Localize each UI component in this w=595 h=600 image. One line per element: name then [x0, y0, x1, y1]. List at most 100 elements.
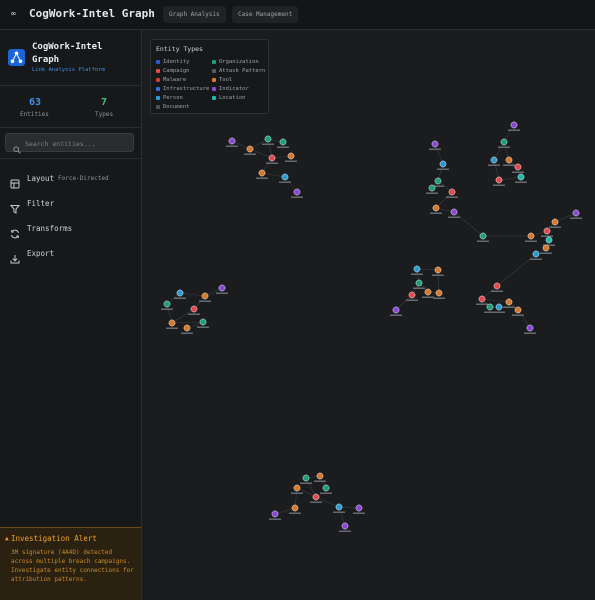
organization-node[interactable]: [320, 484, 332, 494]
tool-node[interactable]: [512, 306, 524, 316]
node-circle[interactable]: [432, 204, 440, 212]
node-circle[interactable]: [287, 152, 295, 160]
tool-node[interactable]: [433, 289, 445, 299]
campaign-node[interactable]: [491, 282, 503, 292]
entity-graph[interactable]: [0, 0, 595, 600]
node-circle[interactable]: [183, 324, 191, 332]
node-circle[interactable]: [486, 303, 494, 311]
location-node[interactable]: [515, 173, 527, 183]
indicator-node[interactable]: [291, 188, 303, 198]
node-circle[interactable]: [415, 279, 423, 287]
person-node[interactable]: [530, 250, 542, 260]
node-circle[interactable]: [246, 145, 254, 153]
campaign-node[interactable]: [406, 291, 418, 301]
tool-node[interactable]: [525, 232, 537, 242]
node-circle[interactable]: [392, 306, 400, 314]
node-circle[interactable]: [514, 306, 522, 314]
tool-node[interactable]: [285, 152, 297, 162]
organization-node[interactable]: [277, 138, 289, 148]
node-circle[interactable]: [500, 138, 508, 146]
node-circle[interactable]: [545, 236, 553, 244]
node-circle[interactable]: [572, 209, 580, 217]
node-circle[interactable]: [341, 522, 349, 530]
node-circle[interactable]: [431, 140, 439, 148]
indicator-node[interactable]: [448, 208, 460, 218]
person-node[interactable]: [411, 265, 423, 275]
campaign-node[interactable]: [493, 176, 505, 186]
campaign-node[interactable]: [446, 188, 458, 198]
node-circle[interactable]: [551, 218, 559, 226]
node-circle[interactable]: [434, 266, 442, 274]
node-circle[interactable]: [510, 121, 518, 129]
tool-node[interactable]: [166, 319, 178, 329]
organization-node[interactable]: [498, 138, 510, 148]
tool-node[interactable]: [540, 244, 552, 254]
node-circle[interactable]: [428, 184, 436, 192]
node-circle[interactable]: [495, 303, 503, 311]
node-circle[interactable]: [542, 244, 550, 252]
tool-node[interactable]: [422, 288, 434, 298]
node-circle[interactable]: [312, 493, 320, 501]
person-node[interactable]: [493, 303, 505, 313]
indicator-node[interactable]: [390, 306, 402, 316]
node-circle[interactable]: [413, 265, 421, 273]
node-circle[interactable]: [190, 305, 198, 313]
organization-node[interactable]: [477, 232, 489, 242]
organization-node[interactable]: [413, 279, 425, 289]
campaign-node[interactable]: [476, 295, 488, 305]
indicator-node[interactable]: [216, 284, 228, 294]
node-circle[interactable]: [228, 137, 236, 145]
tool-node[interactable]: [256, 169, 268, 179]
indicator-node[interactable]: [353, 504, 365, 514]
tool-node[interactable]: [430, 204, 442, 214]
tool-node[interactable]: [432, 266, 444, 276]
node-circle[interactable]: [514, 163, 522, 171]
campaign-node[interactable]: [188, 305, 200, 315]
node-circle[interactable]: [490, 156, 498, 164]
node-circle[interactable]: [517, 173, 525, 181]
node-circle[interactable]: [448, 188, 456, 196]
node-circle[interactable]: [543, 227, 551, 235]
organization-node[interactable]: [300, 474, 312, 484]
indicator-node[interactable]: [429, 140, 441, 150]
node-circle[interactable]: [532, 250, 540, 258]
person-node[interactable]: [437, 160, 449, 170]
node-circle[interactable]: [264, 135, 272, 143]
indicator-node[interactable]: [508, 121, 520, 131]
node-circle[interactable]: [176, 289, 184, 297]
location-node[interactable]: [543, 236, 555, 246]
node-circle[interactable]: [408, 291, 416, 299]
node-circle[interactable]: [450, 208, 458, 216]
node-circle[interactable]: [163, 300, 171, 308]
tool-node[interactable]: [291, 484, 303, 494]
node-circle[interactable]: [439, 160, 447, 168]
indicator-node[interactable]: [570, 209, 582, 219]
tool-node[interactable]: [503, 298, 515, 308]
organization-node[interactable]: [262, 135, 274, 145]
node-circle[interactable]: [168, 319, 176, 327]
person-node[interactable]: [279, 173, 291, 183]
node-circle[interactable]: [281, 173, 289, 181]
person-node[interactable]: [174, 289, 186, 299]
node-circle[interactable]: [478, 295, 486, 303]
node-circle[interactable]: [424, 288, 432, 296]
node-circle[interactable]: [527, 232, 535, 240]
node-circle[interactable]: [435, 289, 443, 297]
node-circle[interactable]: [279, 138, 287, 146]
node-circle[interactable]: [434, 177, 442, 185]
node-circle[interactable]: [335, 503, 343, 511]
node-circle[interactable]: [271, 510, 279, 518]
node-circle[interactable]: [322, 484, 330, 492]
node-circle[interactable]: [199, 318, 207, 326]
node-circle[interactable]: [505, 156, 513, 164]
indicator-node[interactable]: [524, 324, 536, 334]
node-circle[interactable]: [293, 188, 301, 196]
node-circle[interactable]: [355, 504, 363, 512]
indicator-node[interactable]: [339, 522, 351, 532]
node-circle[interactable]: [291, 504, 299, 512]
node-circle[interactable]: [293, 484, 301, 492]
node-circle[interactable]: [505, 298, 513, 306]
node-circle[interactable]: [201, 292, 209, 300]
node-circle[interactable]: [218, 284, 226, 292]
node-circle[interactable]: [302, 474, 310, 482]
